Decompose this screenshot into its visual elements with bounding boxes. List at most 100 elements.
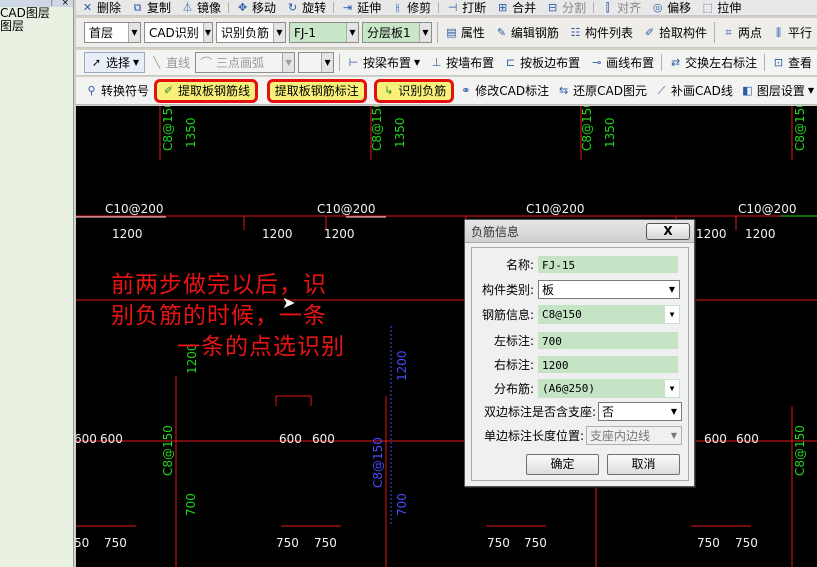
mirror-button[interactable]: ⏃ 镜像 [176,0,226,15]
by-beam-button[interactable]: ⊢ 按梁布置 ▼ [342,50,425,75]
name-row: 名称: FJ-15 [472,256,678,273]
cad-recognize-select[interactable]: CAD识别 ▼ [143,22,213,43]
component-select[interactable]: FJ-1 ▼ [288,22,359,43]
two-point-icon: ⌗ [725,26,732,39]
line-button[interactable]: ╲ 直线 [145,50,195,75]
right-label-row: 右标注: 1200 [472,356,678,373]
copy-button[interactable]: ⧉ 复制 [126,0,176,15]
both-sides-row: 双边标注是否含支座: 否 ▼ [472,402,682,421]
cad-label-600: 600 [279,432,302,446]
rebar-select[interactable]: C8@150 ▼ [538,305,680,324]
offset-icon: ◎ [652,1,663,14]
arc-select[interactable]: ⌒ 三点画弧 ▼ [195,52,296,73]
left-label-field[interactable]: 700 [538,332,678,349]
modify-cad-label-button[interactable]: ⚭ 修改CAD标注 [456,77,552,104]
blank-select[interactable]: ▼ [298,52,335,73]
two-point-button[interactable]: ⌗ 两点 [717,18,767,47]
ok-button[interactable]: 确定 [526,454,599,475]
name-field[interactable]: FJ-15 [538,256,678,273]
cancel-button[interactable]: 取消 [607,454,680,475]
tutorial-annotation: 前两步做完以后，识 别负筋的时候，一条 一条的点选识别 [111,272,345,360]
draw-line-button[interactable]: ⊸ 画线布置 [585,50,659,75]
cad-label-750: 750 [314,536,337,550]
convert-symbol-button[interactable]: ⚲ 转换符号 [82,77,152,104]
edit-rebar-button[interactable]: ✎ 编辑钢筋 [490,18,564,47]
distribution-label: 分布筋: [493,382,534,396]
properties-button[interactable]: ▤ 属性 [440,18,490,47]
align-button[interactable]: ⫿ 对齐 [596,0,646,15]
swap-labels-button[interactable]: ⇄ 交换左右标注 [664,50,762,75]
layer-board-select[interactable]: 分层板1 ▼ [361,22,432,43]
break-button[interactable]: ⊣ 打断 [441,0,491,15]
offset-button[interactable]: ◎ 偏移 [646,0,696,15]
select-button[interactable]: ➚ 选择 ▼ [84,52,146,73]
separator [661,53,663,72]
recognize-icon: ↳ [384,84,394,97]
view-button[interactable]: ⊡ 查看 [767,50,817,75]
beam-icon: ⊢ [348,56,359,69]
restore-cad-button[interactable]: ⇆ 还原CAD图元 [554,77,650,104]
type-label: 构件类别: [481,283,534,297]
layer-settings-button[interactable]: ◧ 图层设置 ▼ [738,77,817,104]
split-icon: ⊟ [548,1,558,14]
left-label: 左标注: [493,334,534,348]
cad-canvas[interactable]: C8@150 1350 C8@150 1350 C8@150 1350 C8@1… [76,106,817,567]
cad-label-600: 600 [736,432,759,446]
supplement-cad-line-button[interactable]: ⟋ 补画CAD线 [652,77,736,104]
right-label-field[interactable]: 1200 [538,356,678,373]
by-wall-button[interactable]: ⊥ 按墙布置 [425,50,499,75]
both-sides-select[interactable]: 否 ▼ [598,402,682,421]
cad-label-700: 700 [395,493,409,516]
chevron-down-icon: ▼ [202,23,212,42]
split-button[interactable]: ⊟ 分割 [541,0,591,15]
parallel-button[interactable]: ⫼ 平行 [767,18,817,47]
pick-component-button[interactable]: ✐ 拾取构件 [638,18,712,47]
cad-label-750: 750 [735,536,758,550]
cad-label-c10: C10@200 [105,202,164,216]
stretch-button[interactable]: ⬚ 拉伸 [696,0,746,15]
properties-icon: ▤ [446,26,457,39]
chevron-down-icon: ▼ [413,58,421,67]
extract-rebar-label-button[interactable]: 提取板钢筋标注 [266,78,367,103]
cad-label-1350: 1350 [393,117,407,148]
floor-select[interactable]: 首层 ▼ [84,22,141,43]
extract-line-icon: ✐ [163,84,174,97]
chevron-down-icon: ▼ [807,86,814,95]
name-label: 名称: [505,258,534,272]
component-list-button[interactable]: ☷ 构件列表 [564,18,638,47]
distribution-select[interactable]: (A6@250) ▼ [538,379,680,398]
move-button[interactable]: ✥ 移动 [231,0,281,15]
cad-label-1200: 1200 [262,227,293,241]
by-slab-edge-button[interactable]: ⊏ 按板边布置 [499,50,585,75]
separator [438,2,440,13]
tree-item-layer[interactable]: 图层 [0,20,73,33]
slab-edge-icon: ⊏ [506,56,516,69]
cad-label-600: 600 [704,432,727,446]
pin-icon[interactable]: ᚪ [50,0,55,8]
trim-icon: ⫲ [395,1,400,14]
stretch-icon: ⬚ [702,1,713,14]
dialog-titlebar[interactable]: 负筋信息 X [465,220,694,243]
copy-icon: ⧉ [133,1,142,14]
chevron-down-icon: ▼ [418,23,431,42]
cad-label-1200: 1200 [745,227,776,241]
type-select[interactable]: 板 ▼ [538,280,680,299]
rotate-button[interactable]: ↻ 旋转 [281,0,331,15]
recognize-negative-rebar-button[interactable]: ↳ 识别负筋 [374,78,455,103]
merge-button[interactable]: ⊞ 合并 [491,0,541,15]
chevron-down-icon: ▼ [272,23,285,42]
chevron-down-icon: ▼ [345,23,358,42]
cad-label-1350: 1350 [603,117,617,148]
close-icon[interactable]: × [61,0,69,8]
separator [333,2,335,13]
type-row: 构件类别: 板 ▼ [472,280,680,299]
delete-button[interactable]: ✕ 删除 [76,0,126,15]
trim-button[interactable]: ⫲ 修剪 [386,0,436,15]
extract-rebar-line-button[interactable]: ✐ 提取板钢筋线 [154,78,259,103]
dialog-close-button[interactable]: X [646,222,690,240]
component-toolbar: 首层 ▼ CAD识别 ▼ 识别负筋 ▼ FJ-1 ▼ 分层板1 ▼ ▤ 属性 ✎ 编辑钢筋 ☷… [76,18,817,48]
extend-button[interactable]: ⇥ 延伸 [336,0,386,15]
recognize-type-select[interactable]: 识别负筋 ▼ [215,22,286,43]
single-side-select[interactable]: 支座内边线 ▼ [586,426,682,445]
separator [593,2,595,13]
